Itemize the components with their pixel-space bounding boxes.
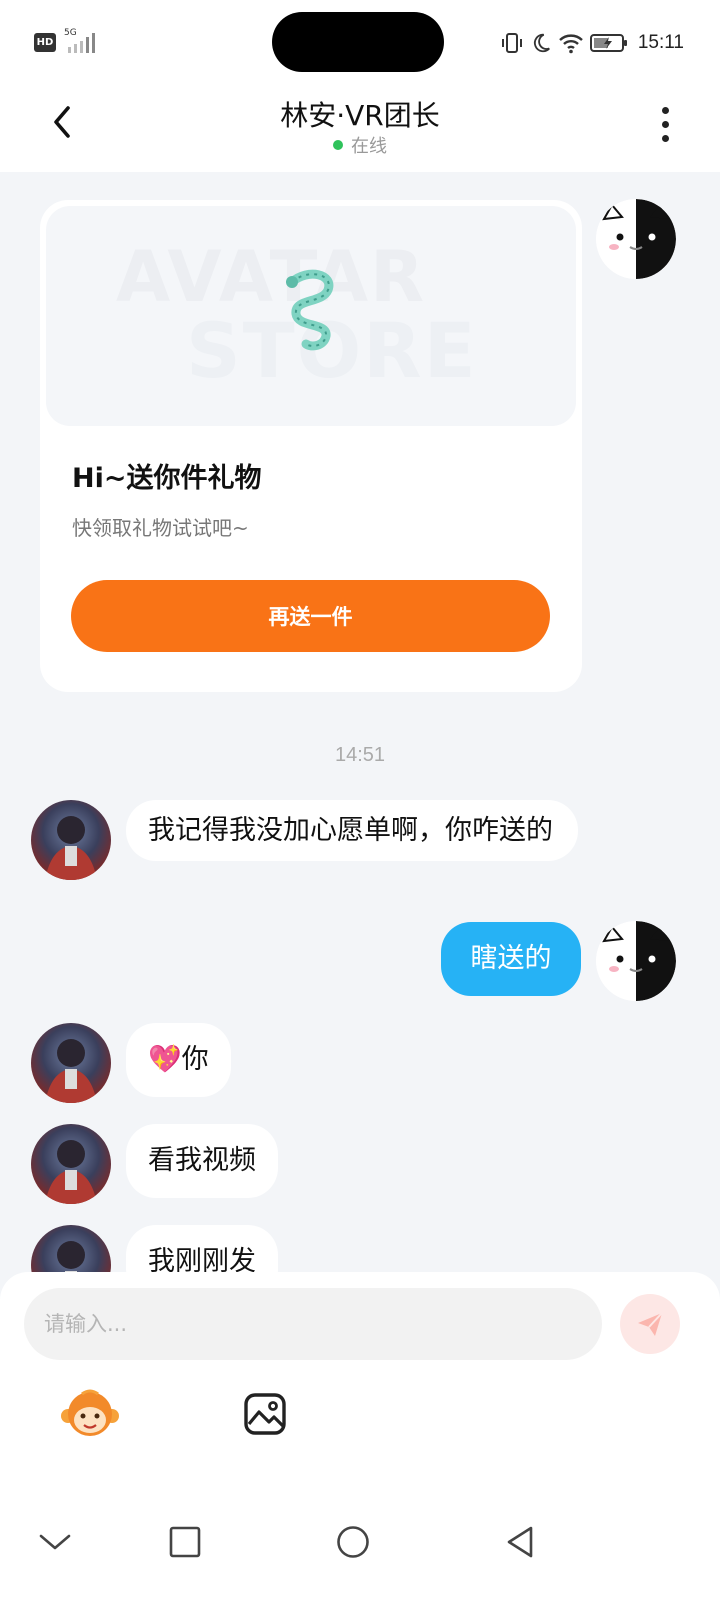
hd-badge: HD xyxy=(34,33,56,52)
triangle-back-icon xyxy=(507,1526,533,1558)
system-nav-bar xyxy=(0,1500,720,1600)
cat-avatar-image xyxy=(596,921,676,1001)
chevron-down-icon xyxy=(39,1534,71,1550)
image-icon xyxy=(244,1393,286,1435)
message-bubble-outgoing[interactable]: 瞎送的 xyxy=(441,922,581,996)
gift-banner: AVATAR STORE xyxy=(46,206,576,426)
cat-avatar-image xyxy=(596,199,676,279)
gift-card: AVATAR STORE Hi~送你件礼物 快领取礼物试试吧~ 再送一件 xyxy=(40,200,582,692)
image-picker-button[interactable] xyxy=(243,1392,287,1436)
my-avatar[interactable] xyxy=(596,921,676,1001)
collapse-button[interactable] xyxy=(35,1522,75,1562)
paper-plane-icon xyxy=(638,1312,663,1336)
message-input[interactable] xyxy=(24,1288,602,1360)
my-avatar[interactable] xyxy=(596,199,676,279)
circle-icon xyxy=(337,1526,369,1558)
user-avatar-image xyxy=(45,816,97,880)
dragon-gift-icon xyxy=(286,269,334,351)
message-bubble[interactable]: 💖你 xyxy=(126,1023,231,1097)
message-bubble[interactable]: 看我视频 xyxy=(126,1124,278,1198)
online-status-label: 在线 xyxy=(351,136,387,157)
message-bubble[interactable]: 我记得我没加心愿单啊，你咋送的 xyxy=(126,800,578,861)
signal-icon xyxy=(68,33,95,53)
message-composer xyxy=(0,1272,720,1500)
status-icons: 15:11 xyxy=(500,29,684,57)
contact-avatar[interactable] xyxy=(31,1124,111,1204)
camera-notch xyxy=(272,12,444,72)
status-bar: HD 5G 15:11 xyxy=(0,0,720,86)
vibrate-icon xyxy=(501,33,522,53)
contact-avatar[interactable] xyxy=(31,1023,111,1103)
user-avatar-image xyxy=(45,1140,97,1204)
send-button[interactable] xyxy=(620,1294,680,1354)
message-timestamp: 14:51 xyxy=(334,744,386,766)
online-status: 在线 xyxy=(0,132,720,158)
recent-apps-button[interactable] xyxy=(165,1522,205,1562)
online-dot xyxy=(333,140,343,150)
moon-icon xyxy=(533,33,550,53)
gift-subtitle: 快领取礼物试试吧~ xyxy=(72,516,249,540)
sticker-button[interactable] xyxy=(60,1388,120,1440)
monkey-sticker-icon xyxy=(61,1389,119,1436)
square-icon xyxy=(169,1526,201,1558)
send-another-gift-button[interactable]: 再送一件 xyxy=(71,580,550,652)
gift-title: Hi~送你件礼物 xyxy=(72,463,262,494)
chat-header: 林安·VR团长 在线 xyxy=(0,86,720,172)
contact-name: 林安·VR团长 xyxy=(280,99,440,132)
wifi-icon xyxy=(559,34,583,54)
user-avatar-image xyxy=(45,1039,97,1103)
battery-icon xyxy=(589,34,627,52)
contact-avatar[interactable] xyxy=(31,800,111,880)
back-nav-button[interactable] xyxy=(500,1522,540,1562)
home-button[interactable] xyxy=(333,1522,373,1562)
clock-time: 15:11 xyxy=(637,32,684,53)
more-options-button[interactable] xyxy=(650,102,680,146)
